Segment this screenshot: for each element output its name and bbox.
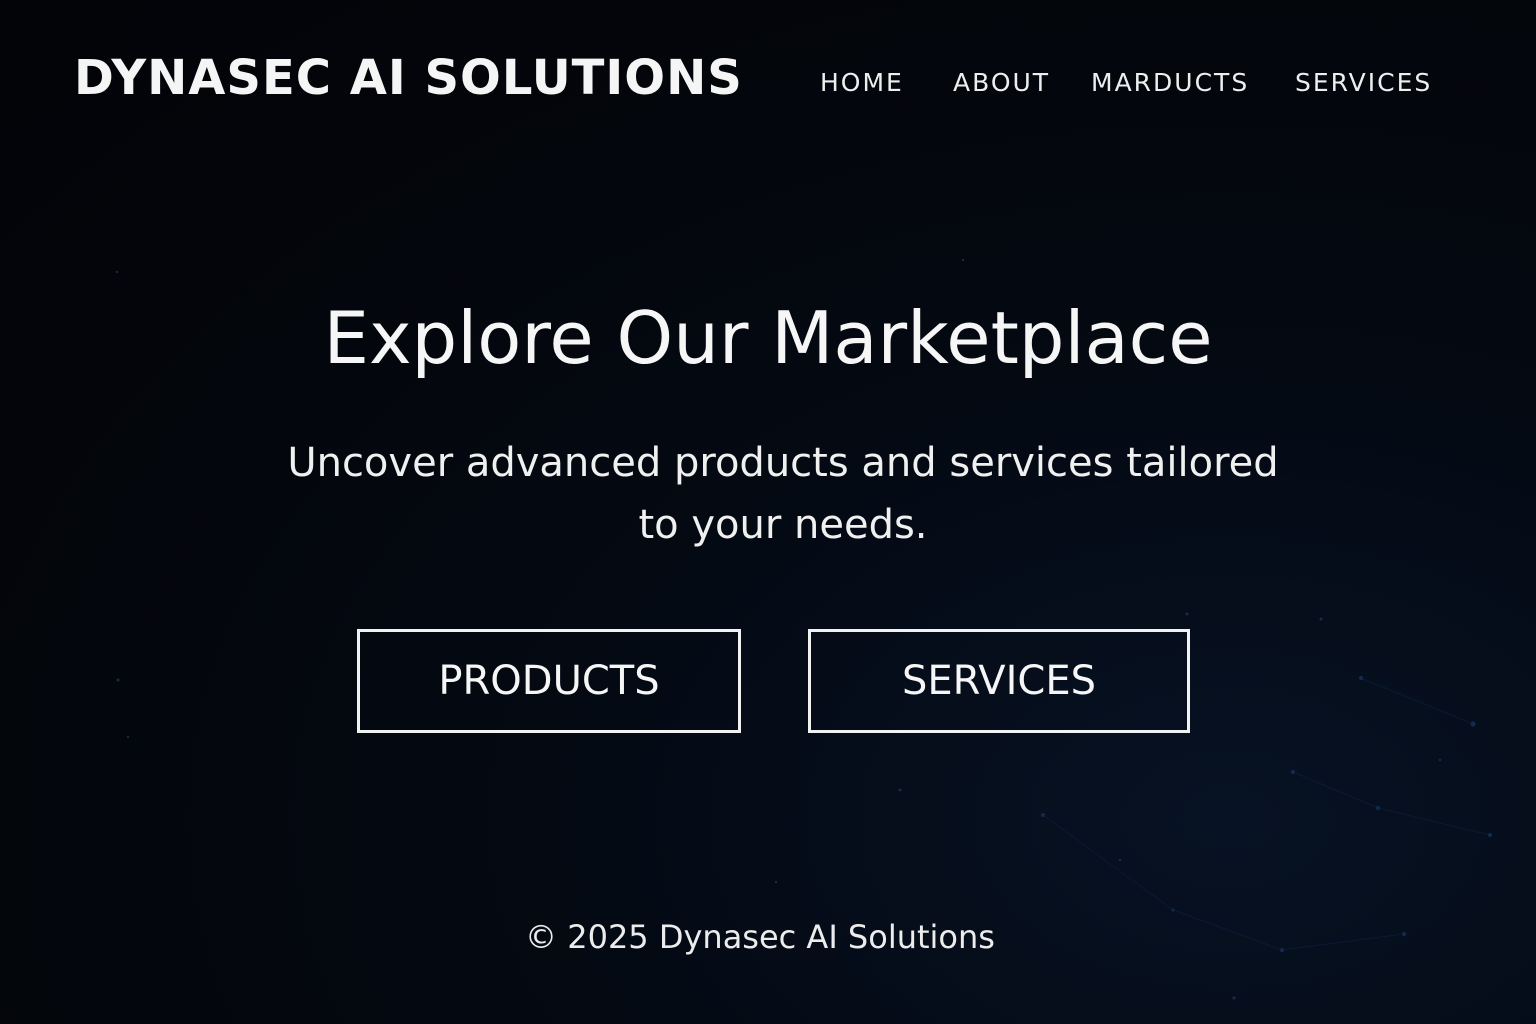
nav-item-services[interactable]: SERVICES: [1295, 68, 1432, 97]
main-nav: HOME ABOUT MARDUCTS SERVICES: [0, 68, 1536, 98]
services-button[interactable]: SERVICES: [808, 629, 1190, 733]
nav-item-home[interactable]: HOME: [820, 68, 904, 97]
hero-title: Explore Our Marketplace: [323, 296, 1213, 380]
products-button[interactable]: PRODUCTS: [357, 629, 741, 733]
hero-subtitle: Uncover advanced products and services t…: [287, 440, 1279, 548]
nav-item-about[interactable]: ABOUT: [953, 68, 1050, 97]
nav-item-marducts[interactable]: MARDUCTS: [1091, 68, 1249, 97]
footer-copyright: © 2025 Dynasec AI Solutions: [525, 918, 995, 956]
